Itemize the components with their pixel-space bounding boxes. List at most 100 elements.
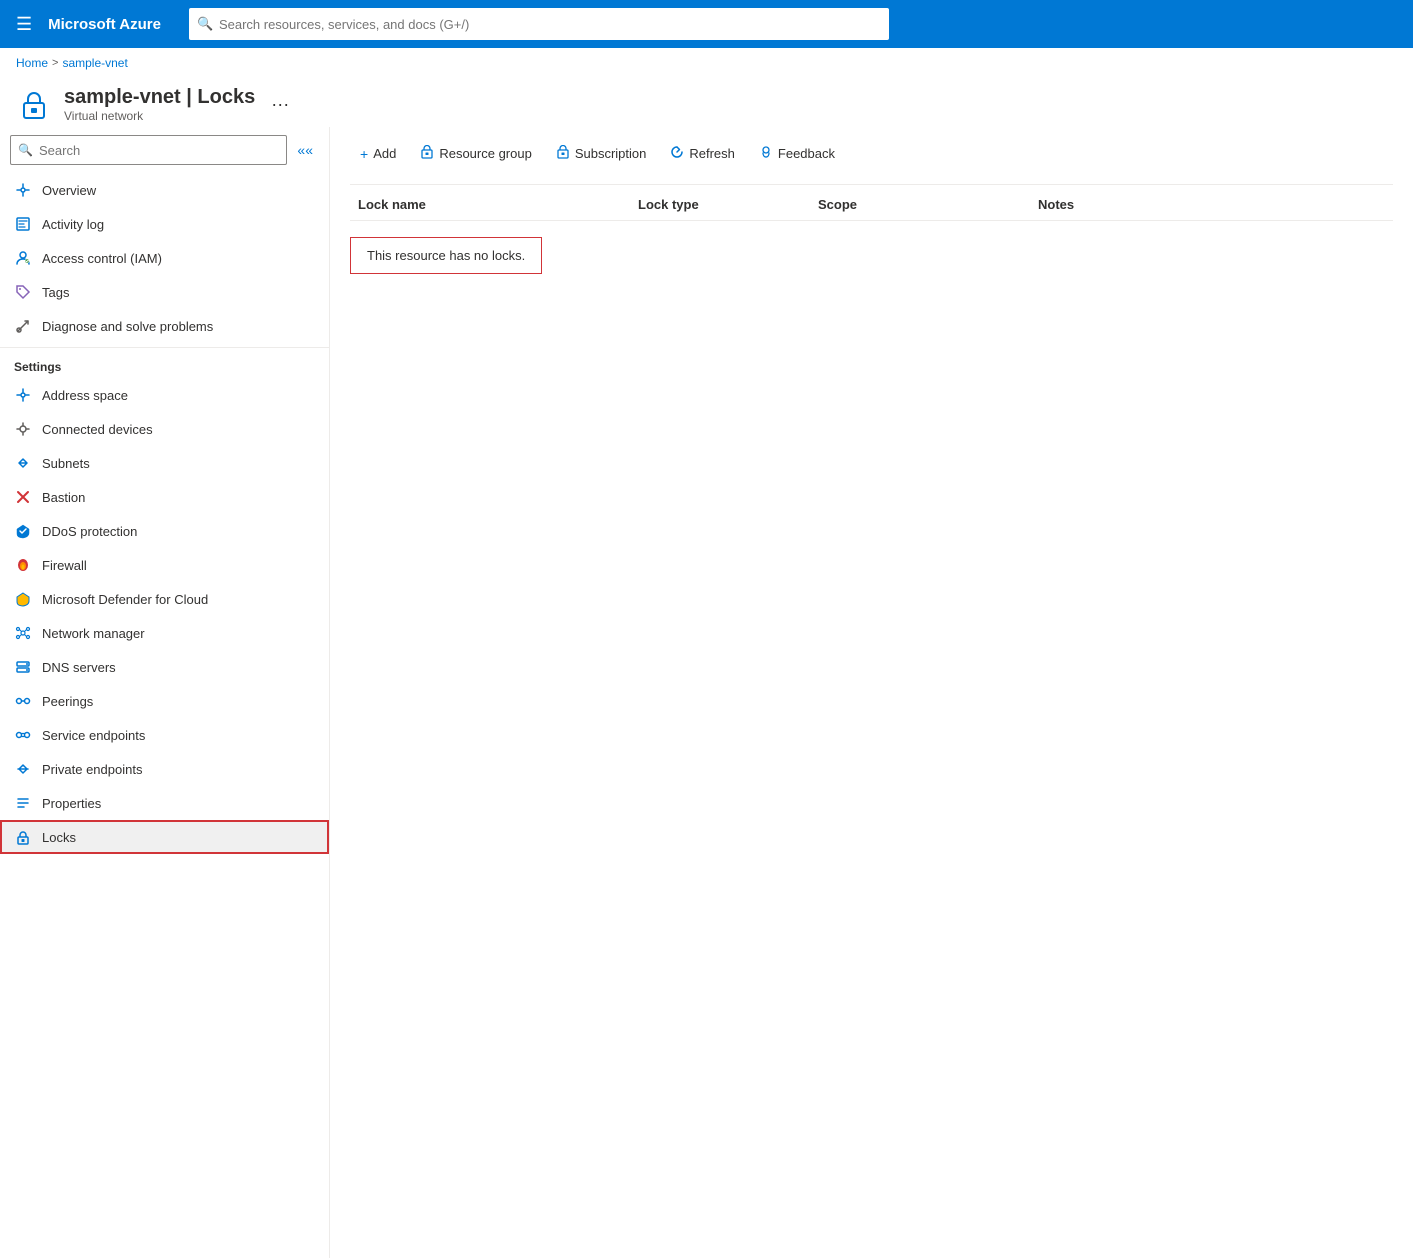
sidebar-item-peerings[interactable]: Peerings [0, 684, 329, 718]
defender-icon [14, 590, 32, 608]
sidebar-item-address-space[interactable]: Address space [0, 378, 329, 412]
sidebar-item-diagnose[interactable]: Diagnose and solve problems [0, 309, 329, 343]
col-scope: Scope [810, 197, 1030, 212]
sidebar-item-label: Subnets [42, 456, 90, 471]
sidebar-item-label: Activity log [42, 217, 104, 232]
sidebar-collapse-button[interactable]: «« [291, 138, 319, 162]
sidebar-item-label: Connected devices [42, 422, 153, 437]
col-lock-type: Lock type [630, 197, 810, 212]
add-label: Add [373, 146, 396, 161]
sidebar-item-iam[interactable]: Access control (IAM) [0, 241, 329, 275]
ddos-icon [14, 522, 32, 540]
page-header: sample-vnet | Locks Virtual network ··· [0, 78, 1413, 127]
sidebar-item-label: Firewall [42, 558, 87, 573]
sidebar-item-label: Private endpoints [42, 762, 142, 777]
sidebar-item-network-manager[interactable]: Network manager [0, 616, 329, 650]
refresh-label: Refresh [689, 146, 735, 161]
private-endpoints-icon [14, 760, 32, 778]
no-locks-message: This resource has no locks. [350, 237, 542, 274]
sidebar-item-defender[interactable]: Microsoft Defender for Cloud [0, 582, 329, 616]
more-options-icon[interactable]: ··· [271, 94, 289, 115]
sidebar-search-row: 🔍 «« [0, 127, 329, 173]
resource-group-label: Resource group [439, 146, 532, 161]
sidebar-item-label: Locks [42, 830, 76, 845]
add-icon: + [360, 146, 368, 162]
breadcrumb-resource[interactable]: sample-vnet [62, 56, 127, 70]
breadcrumb-separator: > [52, 57, 58, 69]
subscription-icon [556, 145, 570, 162]
breadcrumb-home[interactable]: Home [16, 56, 48, 70]
sidebar-search-input[interactable] [10, 135, 287, 165]
sidebar-item-label: Access control (IAM) [42, 251, 162, 266]
overview-icon [14, 181, 32, 199]
breadcrumb: Home > sample-vnet [0, 48, 1413, 78]
sidebar-item-dns-servers[interactable]: DNS servers [0, 650, 329, 684]
sidebar-item-label: Peerings [42, 694, 93, 709]
refresh-icon [670, 145, 684, 162]
sidebar-item-service-endpoints[interactable]: Service endpoints [0, 718, 329, 752]
firewall-icon [14, 556, 32, 574]
col-lock-name: Lock name [350, 197, 630, 212]
sidebar-item-overview[interactable]: Overview [0, 173, 329, 207]
azure-logo: Microsoft Azure [48, 16, 161, 33]
sidebar-item-label: Diagnose and solve problems [42, 319, 213, 334]
table-header: Lock name Lock type Scope Notes [350, 185, 1393, 221]
locks-icon [14, 828, 32, 846]
sidebar-item-private-endpoints[interactable]: Private endpoints [0, 752, 329, 786]
add-button[interactable]: + Add [350, 140, 406, 168]
properties-icon [14, 794, 32, 812]
feedback-icon [759, 145, 773, 162]
sidebar-item-label: Overview [42, 183, 96, 198]
hamburger-menu-icon[interactable]: ☰ [12, 10, 36, 39]
resource-group-icon [420, 145, 434, 162]
sidebar-item-label: DDoS protection [42, 524, 137, 539]
global-search-icon: 🔍 [197, 16, 213, 32]
iam-icon [14, 249, 32, 267]
resource-lock-icon [16, 87, 52, 123]
tags-icon [14, 283, 32, 301]
sidebar-item-bastion[interactable]: Bastion [0, 480, 329, 514]
col-notes: Notes [1030, 197, 1393, 212]
content-area: + Add Resource group [330, 127, 1413, 1258]
sidebar-item-locks[interactable]: Locks [0, 820, 329, 854]
feedback-label: Feedback [778, 146, 835, 161]
network-manager-icon [14, 624, 32, 642]
sidebar-item-label: DNS servers [42, 660, 116, 675]
sidebar-item-properties[interactable]: Properties [0, 786, 329, 820]
dns-icon [14, 658, 32, 676]
page-title: sample-vnet | Locks [64, 86, 255, 109]
topbar: ☰ Microsoft Azure 🔍 [0, 0, 1413, 48]
main-layout: 🔍 «« Overview Activity lo [0, 127, 1413, 1258]
subscription-button[interactable]: Subscription [546, 139, 657, 168]
connected-devices-icon [14, 420, 32, 438]
sidebar-item-label: Properties [42, 796, 101, 811]
service-endpoints-icon [14, 726, 32, 744]
sidebar-search-icon: 🔍 [18, 143, 33, 157]
bastion-icon [14, 488, 32, 506]
peerings-icon [14, 692, 32, 710]
refresh-button[interactable]: Refresh [660, 139, 745, 168]
sidebar-item-activity-log[interactable]: Activity log [0, 207, 329, 241]
sidebar-item-tags[interactable]: Tags [0, 275, 329, 309]
sidebar-item-label: Tags [42, 285, 69, 300]
global-search-input[interactable] [189, 8, 889, 40]
activity-log-icon [14, 215, 32, 233]
sidebar-item-subnets[interactable]: Subnets [0, 446, 329, 480]
toolbar: + Add Resource group [350, 127, 1393, 185]
settings-section-label: Settings [0, 347, 329, 378]
sidebar-item-label: Microsoft Defender for Cloud [42, 592, 208, 607]
sidebar-item-firewall[interactable]: Firewall [0, 548, 329, 582]
sidebar-item-ddos[interactable]: DDoS protection [0, 514, 329, 548]
subnets-icon [14, 454, 32, 472]
sidebar-search-wrap: 🔍 [10, 135, 287, 165]
sidebar-item-connected-devices[interactable]: Connected devices [0, 412, 329, 446]
sidebar-item-label: Address space [42, 388, 128, 403]
address-space-icon [14, 386, 32, 404]
sidebar: 🔍 «« Overview Activity lo [0, 127, 330, 1258]
subscription-label: Subscription [575, 146, 647, 161]
page-subtitle: Virtual network [64, 109, 255, 123]
feedback-button[interactable]: Feedback [749, 139, 845, 168]
resource-group-button[interactable]: Resource group [410, 139, 542, 168]
global-search: 🔍 [189, 8, 889, 40]
page-header-text: sample-vnet | Locks Virtual network [64, 86, 255, 123]
